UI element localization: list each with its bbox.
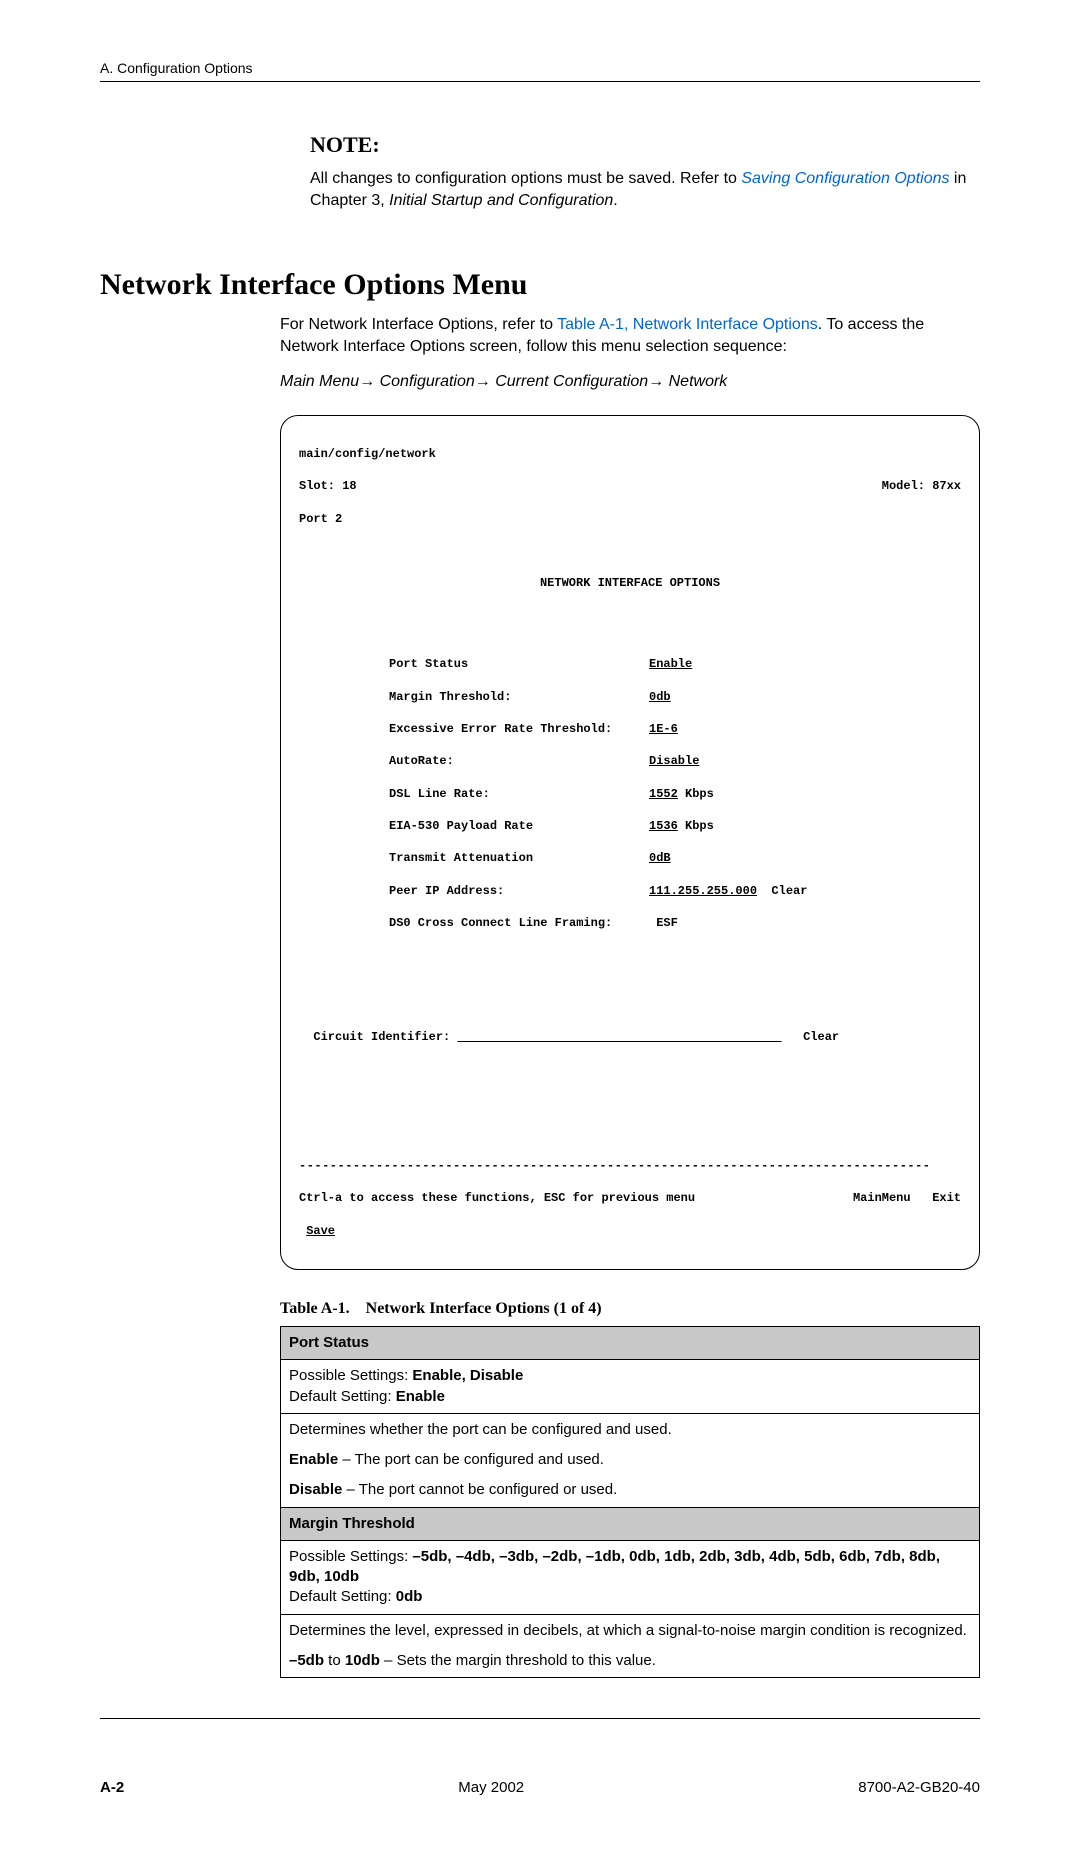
terminal-screen: main/config/network Slot: 18Model: 87xx … xyxy=(280,415,980,1271)
cell-bold: Enable, Disable xyxy=(412,1367,523,1384)
opt-label: Transmit Attenuation xyxy=(389,850,649,866)
opt-label: Margin Threshold: xyxy=(389,689,649,705)
cell-text: – The port can be configured and used. xyxy=(338,1451,604,1468)
table-cell: Possible Settings: –5db, –4db, –3db, –2d… xyxy=(281,1540,980,1614)
cell-text: Determines whether the port can be confi… xyxy=(289,1420,971,1440)
circuit-row: Circuit Identifier: Clear xyxy=(299,1029,961,1045)
term-port: Port 2 xyxy=(299,511,961,527)
opt-label: EIA-530 Payload Rate xyxy=(389,818,649,834)
opt-value: 111.255.255.000 xyxy=(649,883,757,899)
footer-right: 8700-A2-GB20-40 xyxy=(858,1779,980,1796)
cell-text: – The port cannot be configured or used. xyxy=(342,1481,617,1498)
cell-bold: Enable xyxy=(396,1388,445,1405)
opt-value: 1E-6 xyxy=(649,721,678,737)
term-separator: ----------------------------------------… xyxy=(299,1158,961,1174)
opt-value: Enable xyxy=(649,656,692,672)
cell-text: Default Setting: xyxy=(289,1388,396,1405)
opt-label: Peer IP Address: xyxy=(389,883,649,899)
cell-text: Determines the level, expressed in decib… xyxy=(289,1621,971,1641)
opt-label: Port Status xyxy=(389,656,649,672)
opt-value: ESF xyxy=(656,915,678,931)
term-mainmenu: MainMenu xyxy=(853,1191,911,1205)
term-options: Port StatusEnable Margin Threshold:0db E… xyxy=(389,640,961,948)
note-text-1: All changes to configuration options mus… xyxy=(310,170,741,187)
page-header: A. Configuration Options xyxy=(100,60,980,76)
table-header: Margin Threshold xyxy=(281,1507,980,1540)
cell-bold: Disable xyxy=(289,1481,342,1498)
cell-text: Default Setting: xyxy=(289,1588,396,1605)
header-rule xyxy=(100,81,980,82)
opt-label: AutoRate: xyxy=(389,753,649,769)
note-title: NOTE: xyxy=(310,132,980,158)
cell-bold: 10db xyxy=(345,1652,380,1669)
cell-text: to xyxy=(324,1652,345,1669)
opt-value: 1552 xyxy=(649,786,678,802)
footer-rule xyxy=(100,1718,980,1719)
circuit-clear: Clear xyxy=(803,1030,839,1044)
term-model: Model: 87xx xyxy=(882,478,961,494)
term-help: Ctrl-a to access these functions, ESC fo… xyxy=(299,1190,695,1206)
table-caption: Table A-1. Network Interface Options (1 … xyxy=(280,1300,980,1318)
opt-label: DS0 Cross Connect Line Framing: xyxy=(389,915,649,931)
term-title: NETWORK INTERFACE OPTIONS xyxy=(299,575,961,591)
table-cell: Possible Settings: Enable, Disable Defau… xyxy=(281,1360,980,1414)
intro-paragraph: For Network Interface Options, refer to … xyxy=(280,314,980,359)
term-save: Save xyxy=(299,1223,961,1239)
footer-mid: May 2002 xyxy=(458,1779,524,1796)
opt-value: 1536 xyxy=(649,818,678,834)
cell-bold: Enable xyxy=(289,1451,338,1468)
footer-left: A-2 xyxy=(100,1779,124,1796)
term-breadcrumb: main/config/network xyxy=(299,446,961,462)
term-exit: Exit xyxy=(932,1191,961,1205)
note-body: All changes to configuration options mus… xyxy=(310,168,980,213)
menu-path: Main Menu→ Configuration→ Current Config… xyxy=(280,373,980,391)
intro-link[interactable]: Table A-1, Network Interface Options xyxy=(557,316,818,333)
opt-label: Excessive Error Rate Threshold: xyxy=(389,721,649,737)
opt-suffix: Kbps xyxy=(678,818,714,834)
section-title: Network Interface Options Menu xyxy=(100,268,980,302)
intro-t1: For Network Interface Options, refer to xyxy=(280,316,557,333)
circuit-field xyxy=(457,1030,781,1044)
opt-value: 0db xyxy=(649,689,671,705)
cell-bold: –5db xyxy=(289,1652,324,1669)
circuit-label: Circuit Identifier: xyxy=(313,1030,450,1044)
opt-value: 0dB xyxy=(649,850,671,866)
options-table: Port Status Possible Settings: Enable, D… xyxy=(280,1326,980,1678)
opt-label: DSL Line Rate: xyxy=(389,786,649,802)
page-footer: A-2 May 2002 8700-A2-GB20-40 xyxy=(100,1779,980,1796)
note-text-3: . xyxy=(613,192,617,209)
term-slot: Slot: 18 xyxy=(299,478,357,494)
table-cell: Determines the level, expressed in decib… xyxy=(281,1614,980,1678)
note-em: Initial Startup and Configuration xyxy=(389,192,613,209)
table-header: Port Status xyxy=(281,1327,980,1360)
cell-text: Possible Settings: xyxy=(289,1548,412,1565)
opt-suffix: Clear xyxy=(757,883,807,899)
cell-bold: 0db xyxy=(396,1588,423,1605)
opt-value: Disable xyxy=(649,753,699,769)
cell-text: – Sets the margin threshold to this valu… xyxy=(380,1652,656,1669)
note-link[interactable]: Saving Configuration Options xyxy=(741,170,949,187)
cell-text: Possible Settings: xyxy=(289,1367,412,1384)
opt-suffix: Kbps xyxy=(678,786,714,802)
table-cell: Determines whether the port can be confi… xyxy=(281,1413,980,1507)
